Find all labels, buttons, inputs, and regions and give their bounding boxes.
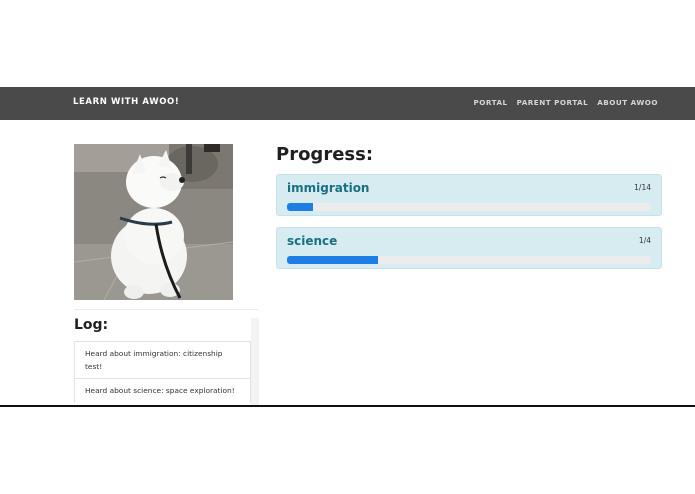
brand-logo[interactable]: LEARN WITH AWOO! bbox=[73, 97, 179, 107]
nav-parent-portal-link[interactable]: PARENT PORTAL bbox=[517, 98, 589, 107]
log-title: Log: bbox=[74, 317, 109, 333]
progress-title: Progress: bbox=[276, 144, 374, 165]
dog-image bbox=[74, 144, 233, 300]
progress-count: 1/14 bbox=[634, 183, 651, 192]
nav-portal-link[interactable]: PORTAL bbox=[474, 98, 508, 107]
progress-count: 1/4 bbox=[638, 236, 651, 245]
log-item: Heard about immigration: citizenship tes… bbox=[74, 341, 251, 378]
log-list: Heard about immigration: citizenship tes… bbox=[74, 341, 251, 405]
sidebar-divider bbox=[74, 309, 258, 310]
bottom-rule bbox=[0, 405, 695, 407]
log-item: Heard about science: space exploration! bbox=[74, 378, 251, 403]
top-navbar: LEARN WITH AWOO! PORTAL PARENT PORTAL AB… bbox=[0, 87, 695, 120]
nav-about-awoo-link[interactable]: ABOUT AWOO bbox=[597, 98, 658, 107]
subject-name: science bbox=[287, 234, 338, 248]
progress-track bbox=[287, 256, 651, 264]
progress-bar-fill bbox=[287, 256, 378, 264]
log-scrollbar[interactable] bbox=[251, 318, 259, 406]
progress-bar-fill bbox=[287, 203, 313, 211]
progress-card-science: science 1/4 bbox=[276, 227, 662, 269]
progress-card-immigration: immigration 1/14 bbox=[276, 174, 662, 216]
progress-track bbox=[287, 203, 651, 211]
subject-name: immigration bbox=[287, 181, 370, 195]
dog-photo bbox=[74, 144, 233, 300]
nav-links: PORTAL PARENT PORTAL ABOUT AWOO bbox=[474, 98, 658, 107]
